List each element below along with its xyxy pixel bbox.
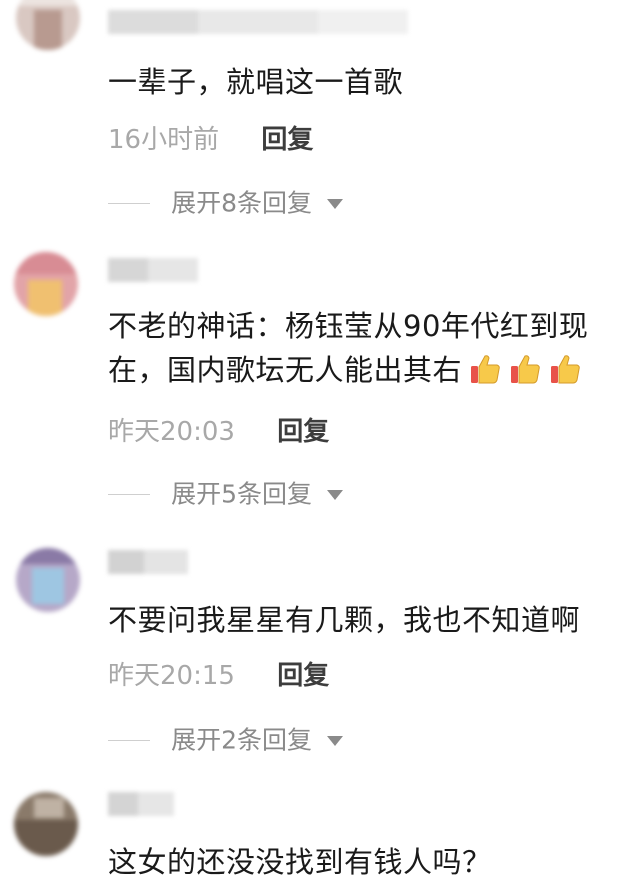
reply-button[interactable]: 回复	[277, 656, 329, 696]
comment-time: 昨天20:15	[108, 661, 235, 691]
username[interactable]	[108, 550, 188, 574]
comment-text: 一辈子，就唱这一首歌	[108, 60, 634, 104]
reply-button[interactable]: 回复	[261, 120, 313, 160]
avatar[interactable]	[14, 792, 78, 856]
divider-line	[108, 740, 150, 741]
username[interactable]	[108, 792, 174, 816]
expand-replies-label: 展开2条回复	[171, 725, 312, 755]
comment-meta: 昨天20:15 回复	[108, 656, 329, 696]
comment-text-segment: 在，国内歌坛无人能出其右	[108, 353, 463, 387]
comment-text: 不要问我星星有几颗，我也不知道啊	[108, 598, 634, 642]
comment-text-line: 不老的神话：杨钰莹从90年代红到现	[108, 309, 589, 343]
username[interactable]	[108, 258, 198, 282]
divider-line	[108, 494, 150, 495]
comment-time: 昨天20:03	[108, 417, 235, 447]
avatar[interactable]	[14, 252, 78, 316]
comment-meta: 16小时前 回复	[108, 120, 313, 160]
comment-text-line: 不要问我星星有几颗，我也不知道啊	[108, 603, 581, 637]
expand-replies-label: 展开8条回复	[171, 188, 312, 218]
expand-replies-button[interactable]: 展开8条回复	[108, 183, 344, 223]
thumbs-up-icon	[471, 355, 500, 384]
comment-time: 16小时前	[108, 125, 220, 155]
comment-text-line-2: 在，国内歌坛无人能出其右	[108, 348, 634, 392]
avatar[interactable]	[16, 548, 80, 612]
username[interactable]	[108, 10, 408, 34]
expand-replies-label: 展开5条回复	[171, 479, 312, 509]
avatar[interactable]	[16, 0, 80, 50]
caret-down-icon	[327, 489, 344, 500]
comment-text: 不老的神话：杨钰莹从90年代红到现 在，国内歌坛无人能出其右	[108, 304, 634, 392]
divider-line	[108, 203, 150, 204]
expand-replies-button[interactable]: 展开5条回复	[108, 474, 344, 514]
comment-text-line: 这女的还没没找到有钱人吗？	[108, 845, 492, 879]
reply-button[interactable]: 回复	[277, 412, 329, 452]
comment-text-line: 一辈子，就唱这一首歌	[108, 65, 404, 99]
thumbs-up-icon	[551, 355, 580, 384]
expand-replies-button[interactable]: 展开2条回复	[108, 720, 344, 760]
caret-down-icon	[327, 735, 344, 746]
comment-meta: 昨天20:03 回复	[108, 412, 329, 452]
caret-down-icon	[327, 198, 344, 209]
thumbs-up-icon	[511, 355, 540, 384]
comment-text: 这女的还没没找到有钱人吗？	[108, 840, 634, 884]
